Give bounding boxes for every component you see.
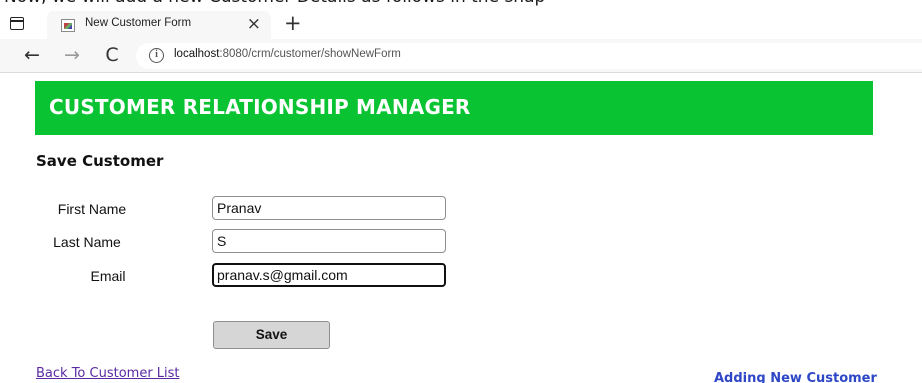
last-name-field[interactable]: [212, 229, 446, 253]
url-text: localhost:8080/crm/customer/showNewForm: [174, 48, 401, 60]
url-host: localhost: [174, 48, 220, 60]
first-name-label: First Name: [57, 201, 127, 217]
tab-actions-icon[interactable]: [10, 17, 24, 30]
save-button[interactable]: Save: [213, 321, 330, 349]
url-path: :8080/crm/customer/showNewForm: [219, 48, 401, 60]
favicon-icon: [61, 19, 75, 32]
form-title: Save Customer: [36, 152, 164, 170]
site-info-icon[interactable]: i: [149, 48, 164, 63]
page-caption: Now, we will add a new Customer Details …: [0, 0, 922, 9]
reload-icon[interactable]: C: [99, 43, 125, 69]
last-name-label: Last Name: [53, 234, 121, 250]
back-arrow-icon[interactable]: ←: [19, 43, 45, 69]
email-field[interactable]: [212, 263, 446, 287]
browser-tab-bar: New Customer Form × +: [0, 9, 922, 39]
status-text: Adding New Customer: [714, 371, 877, 383]
back-to-customer-list-link[interactable]: Back To Customer List: [36, 366, 180, 381]
close-tab-icon[interactable]: ×: [247, 14, 261, 34]
browser-tab[interactable]: New Customer Form ×: [47, 11, 271, 39]
new-tab-icon[interactable]: +: [284, 10, 302, 36]
email-label: Email: [90, 268, 126, 284]
browser-toolbar: ← → C i localhost:8080/crm/customer/show…: [0, 39, 922, 73]
tab-title: New Customer Form: [85, 17, 192, 29]
first-name-field[interactable]: [212, 196, 446, 220]
forward-arrow-icon[interactable]: →: [59, 43, 85, 69]
app-title: CUSTOMER RELATIONSHIP MANAGER: [49, 95, 471, 119]
address-bar[interactable]: i localhost:8080/crm/customer/showNewFor…: [136, 43, 922, 69]
app-header: CUSTOMER RELATIONSHIP MANAGER: [35, 81, 873, 135]
